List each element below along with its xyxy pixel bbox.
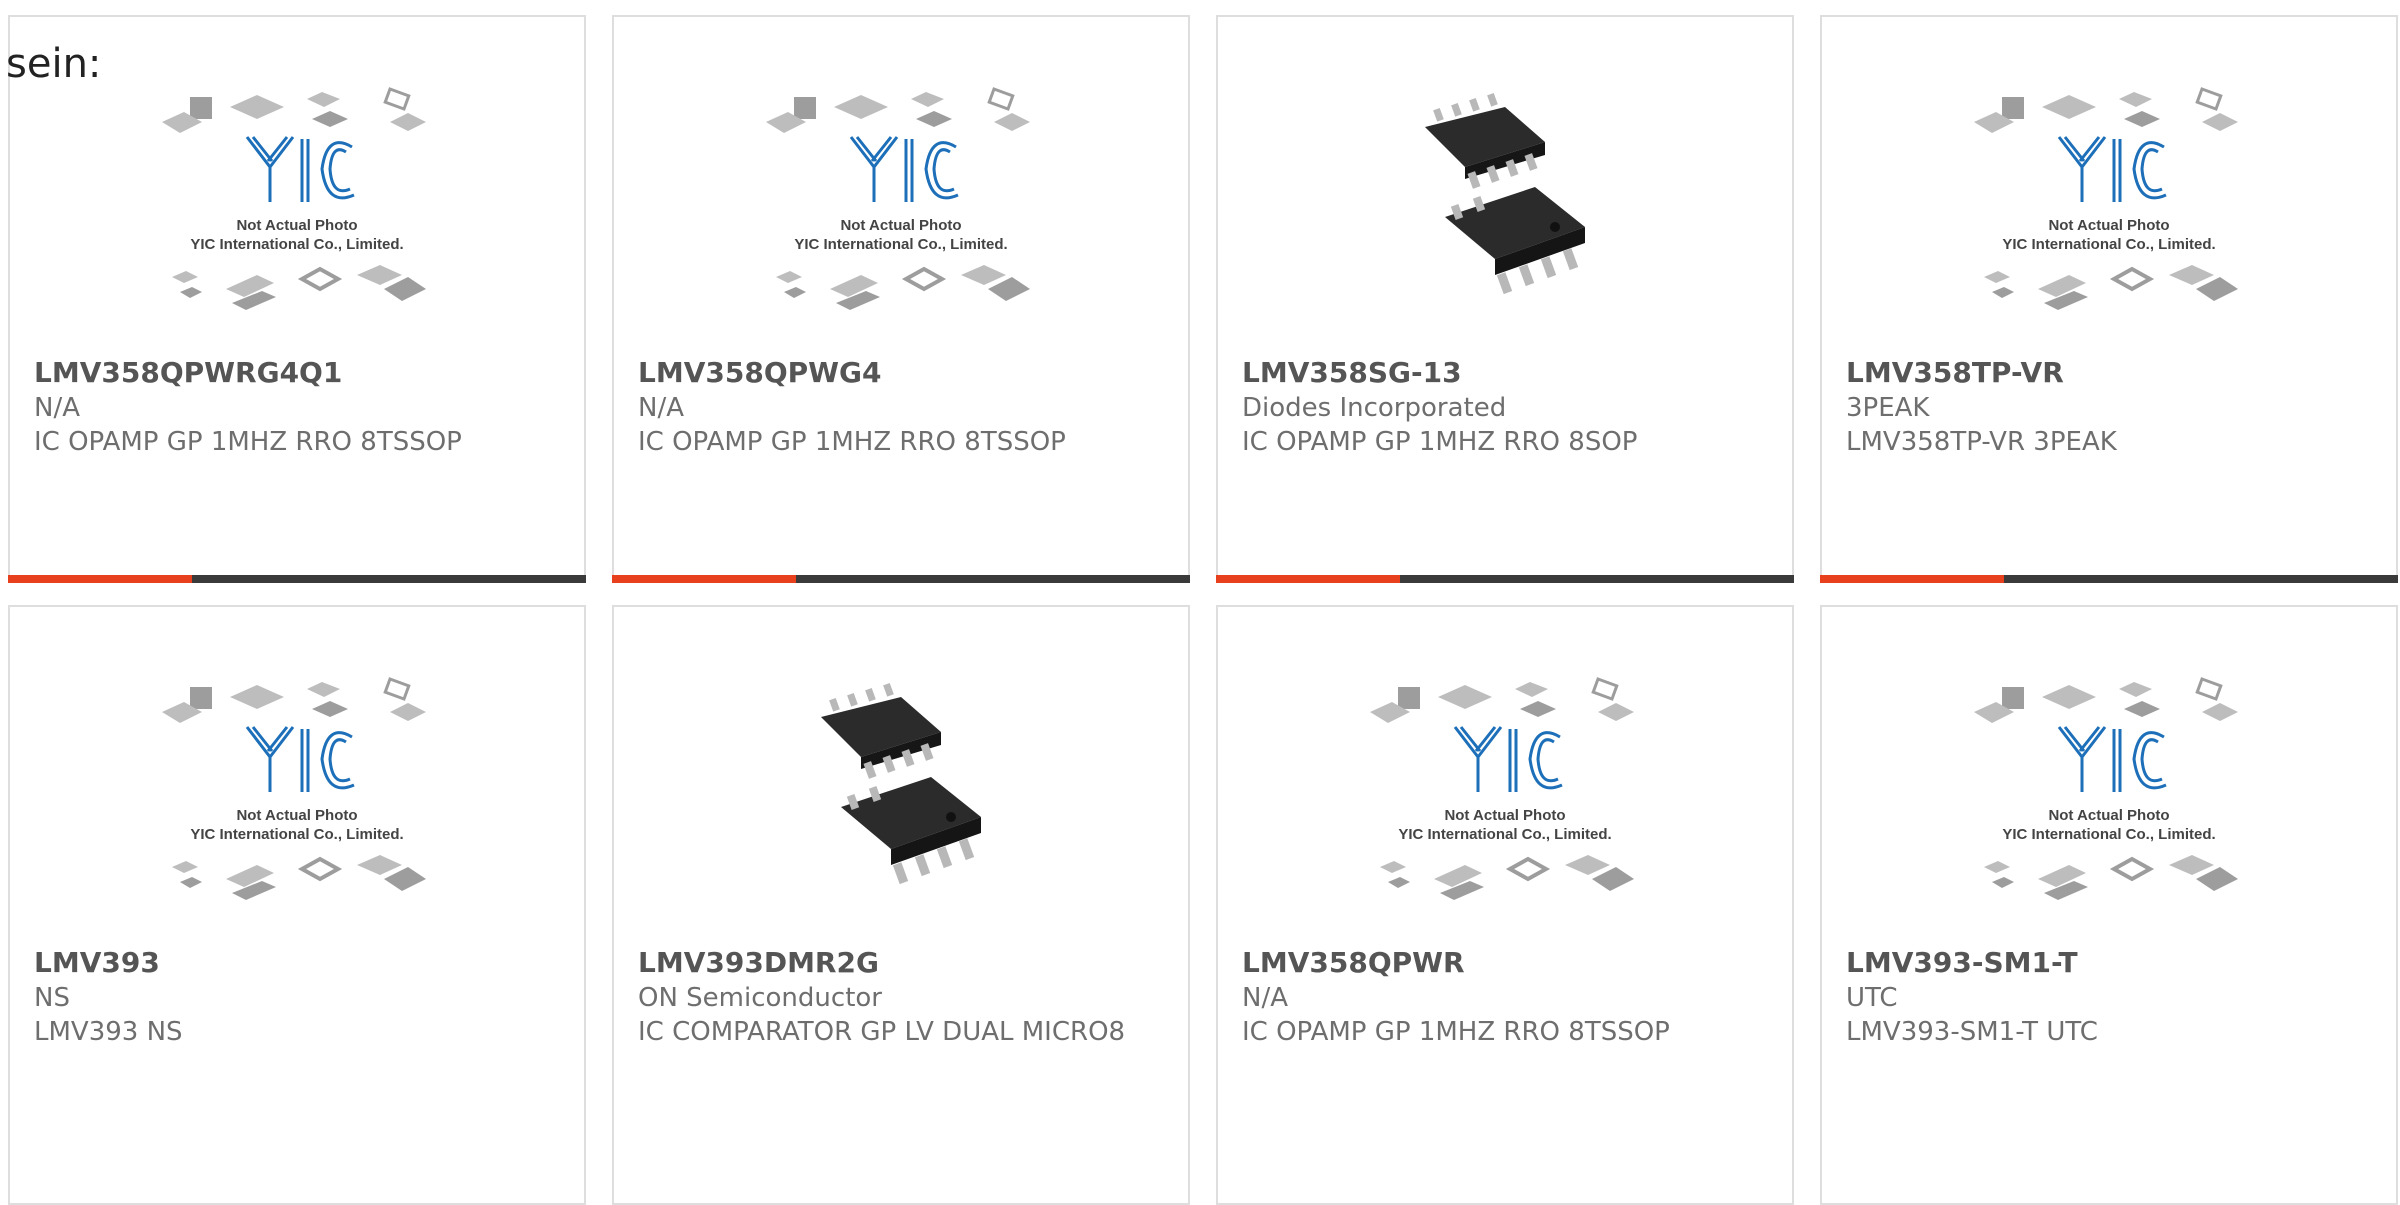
svg-text:Not Actual Photo: Not Actual Photo: [1444, 807, 1565, 824]
svg-text:Not Actual Photo: Not Actual Photo: [2048, 807, 2169, 824]
svg-text:YIC International Co., Limited: YIC International Co., Limited.: [190, 236, 403, 253]
description: IC OPAMP GP 1MHZ RRO 8TSSOP: [1242, 1017, 1670, 1047]
manufacturer: ON Semiconductor: [638, 983, 882, 1013]
chip-icons-top: [162, 87, 426, 133]
yic-logo: [1453, 726, 1563, 792]
product-image[interactable]: [801, 677, 1001, 897]
description: LMV358TP-VR 3PEAK: [1846, 427, 2117, 457]
product-image[interactable]: Not Actual Photo YIC International Co., …: [766, 77, 1036, 327]
manufacturer: N/A: [1242, 983, 1288, 1013]
chip-icons-bottom: [1984, 855, 2238, 900]
product-card[interactable]: LMV393DMR2G ON Semiconductor IC COMPARAT…: [612, 605, 1190, 1205]
svg-text:YIC International Co., Limited: YIC International Co., Limited.: [2002, 236, 2215, 253]
product-card[interactable]: Not Actual Photo YIC International Co., …: [1820, 605, 2398, 1205]
part-number[interactable]: LMV393-SM1-T: [1846, 945, 2378, 981]
card-bar-accent: [8, 575, 192, 583]
part-number[interactable]: LMV358TP-VR: [1846, 355, 2378, 391]
svg-text:YIC International Co., Limited: YIC International Co., Limited.: [2002, 826, 2215, 843]
svg-text:YIC International Co., Limited: YIC International Co., Limited.: [794, 236, 1007, 253]
card-bottom-bar: [8, 575, 586, 583]
product-grid: Not Actual Photo YIC International Co., …: [8, 15, 2398, 1205]
manufacturer: 3PEAK: [1846, 393, 1930, 423]
manufacturer: UTC: [1846, 983, 1898, 1013]
card-bottom-bar: [1820, 575, 2398, 583]
manufacturer: NS: [34, 983, 70, 1013]
chip-icons-top: [1370, 677, 1634, 723]
svg-text:YIC International Co., Limited: YIC International Co., Limited.: [190, 826, 403, 843]
product-card[interactable]: Not Actual Photo YIC International Co., …: [1820, 15, 2398, 583]
section-heading: sein:: [6, 41, 102, 87]
description: IC COMPARATOR GP LV DUAL MICRO8: [638, 1017, 1126, 1047]
svg-text:Not Actual Photo: Not Actual Photo: [236, 807, 357, 824]
product-image[interactable]: Not Actual Photo YIC International Co., …: [1370, 667, 1640, 917]
chip-icons-bottom: [1380, 855, 1634, 900]
svg-text:Not Actual Photo: Not Actual Photo: [840, 217, 961, 234]
card-bar-accent: [612, 575, 796, 583]
product-image[interactable]: [1405, 87, 1605, 307]
product-card[interactable]: Not Actual Photo YIC International Co., …: [8, 605, 586, 1205]
card-bar-accent: [1216, 575, 1400, 583]
chip-icons-top: [162, 677, 426, 723]
product-image[interactable]: Not Actual Photo YIC International Co., …: [1974, 77, 2244, 327]
chip-icons-top: [766, 87, 1030, 133]
chip-icons-bottom: [776, 265, 1030, 310]
ic-chip-bottom: [1445, 187, 1585, 295]
part-number[interactable]: LMV358QPWG4: [638, 355, 1170, 391]
part-number[interactable]: LMV358SG-13: [1242, 355, 1774, 391]
yic-logo: [2057, 136, 2167, 202]
yic-logo: [245, 136, 355, 202]
ic-chip-bottom: [841, 777, 981, 885]
description: IC OPAMP GP 1MHZ RRO 8TSSOP: [638, 427, 1066, 457]
svg-text:Not Actual Photo: Not Actual Photo: [2048, 217, 2169, 234]
part-number[interactable]: LMV358QPWRG4Q1: [34, 355, 566, 391]
manufacturer: N/A: [638, 393, 684, 423]
chip-icons-top: [1974, 87, 2238, 133]
description: IC OPAMP GP 1MHZ RRO 8SOP: [1242, 427, 1638, 457]
chip-icons-bottom: [172, 855, 426, 900]
product-card[interactable]: Not Actual Photo YIC International Co., …: [612, 15, 1190, 583]
svg-text:Not Actual Photo: Not Actual Photo: [236, 217, 357, 234]
manufacturer: N/A: [34, 393, 80, 423]
product-image[interactable]: Not Actual Photo YIC International Co., …: [1974, 667, 2244, 917]
yic-logo: [2057, 726, 2167, 792]
card-bottom-bar: [1216, 575, 1794, 583]
product-image[interactable]: Not Actual Photo YIC International Co., …: [162, 77, 432, 327]
chip-icons-top: [1974, 677, 2238, 723]
description: IC OPAMP GP 1MHZ RRO 8TSSOP: [34, 427, 462, 457]
product-card[interactable]: Not Actual Photo YIC International Co., …: [1216, 605, 1794, 1205]
part-number[interactable]: LMV358QPWR: [1242, 945, 1774, 981]
description: LMV393 NS: [34, 1017, 183, 1047]
product-card[interactable]: Not Actual Photo YIC International Co., …: [8, 15, 586, 583]
svg-text:YIC International Co., Limited: YIC International Co., Limited.: [1398, 826, 1611, 843]
ic-chip-top: [1425, 92, 1545, 189]
chip-icons-bottom: [1984, 265, 2238, 310]
yic-logo: [849, 136, 959, 202]
product-card[interactable]: LMV358SG-13 Diodes Incorporated IC OPAMP…: [1216, 15, 1794, 583]
card-bar-accent: [1820, 575, 2004, 583]
manufacturer: Diodes Incorporated: [1242, 393, 1507, 423]
description: LMV393-SM1-T UTC: [1846, 1017, 2098, 1047]
ic-chip-top: [821, 682, 941, 779]
part-number[interactable]: LMV393DMR2G: [638, 945, 1170, 981]
yic-logo: [245, 726, 355, 792]
card-bottom-bar: [612, 575, 1190, 583]
part-number[interactable]: LMV393: [34, 945, 566, 981]
chip-icons-bottom: [172, 265, 426, 310]
product-image[interactable]: Not Actual Photo YIC International Co., …: [162, 667, 432, 917]
